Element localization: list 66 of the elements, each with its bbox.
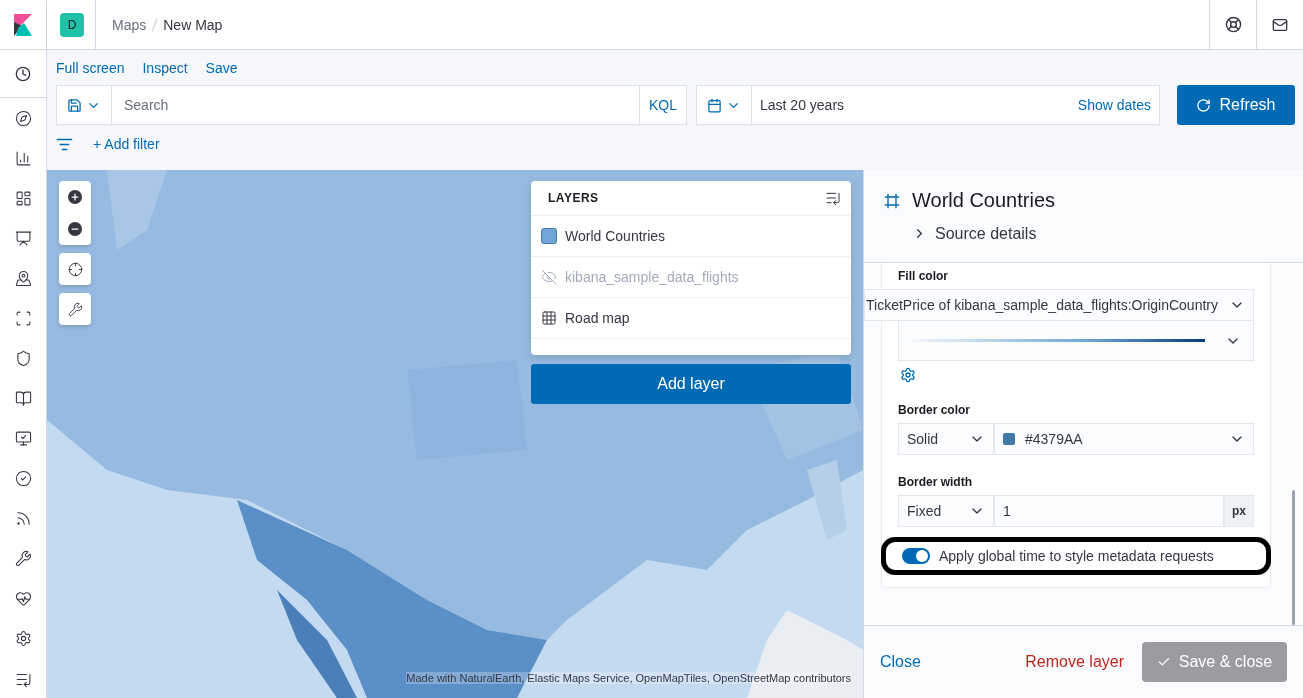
plus-icon: [68, 190, 82, 204]
toggle-label: Apply global time to style metadata requests: [939, 548, 1214, 564]
breadcrumb: New Map: [163, 16, 223, 33]
book-icon[interactable]: [14, 389, 32, 407]
collapse-icon[interactable]: [825, 190, 841, 206]
mode-select[interactable]: Fixed: [898, 495, 994, 527]
menu-link[interactable]: Inspect: [142, 60, 188, 78]
eye-off-icon: [541, 269, 557, 285]
layer-item[interactable]: World Countries: [531, 216, 851, 257]
wrench-icon[interactable]: [14, 549, 32, 567]
unit-label: px: [1224, 495, 1254, 527]
bar-chart-icon[interactable]: [14, 149, 32, 167]
add-layer-button[interactable]: Add layer: [531, 364, 851, 404]
refresh-icon: [1196, 97, 1212, 113]
breadcrumb[interactable]: Maps: [112, 16, 147, 33]
time-range[interactable]: Last 20 years: [752, 86, 1070, 124]
heart-pulse-icon[interactable]: [14, 589, 32, 607]
remove-layer-link[interactable]: Remove layer: [1025, 653, 1124, 671]
minus-icon: [68, 222, 82, 236]
clock-icon[interactable]: [15, 65, 31, 82]
wrench-icon: [67, 301, 83, 317]
color-select[interactable]: #4379AA: [994, 423, 1254, 455]
calendar-icon: [707, 97, 722, 113]
shield-icon[interactable]: [14, 349, 32, 367]
field-label: Border color: [898, 403, 971, 417]
color-ramp-select[interactable]: [898, 321, 1254, 361]
space-avatar[interactable]: D: [60, 12, 84, 37]
presentation-icon[interactable]: [14, 229, 32, 247]
dashboard-icon[interactable]: [14, 189, 32, 207]
check-circle-icon[interactable]: [14, 469, 32, 487]
layer-swatch: [541, 228, 557, 244]
frame-icon: [884, 192, 900, 209]
add-filter-link[interactable]: + Add filter: [93, 136, 160, 152]
logo-icon[interactable]: [14, 13, 32, 36]
layer-title: World Countries: [912, 189, 1056, 212]
menu-link[interactable]: Full screen: [56, 60, 125, 78]
panel-title: LAYERS: [548, 191, 599, 205]
mail-icon[interactable]: [1272, 16, 1288, 33]
search-field[interactable]: Search: [112, 85, 639, 125]
query-language-button[interactable]: KQL: [639, 85, 687, 125]
mode-select[interactable]: Solid: [898, 423, 994, 455]
menu-link[interactable]: Save: [205, 60, 238, 78]
fill-field-select[interactable]: TicketPrice of kibana_sample_data_flights:OriginCountry: [864, 289, 1254, 321]
layer-item[interactable]: Road map: [531, 298, 851, 339]
settings-icon[interactable]: [900, 367, 916, 383]
crosshair-icon: [67, 261, 83, 277]
field-label: Fill color: [898, 269, 949, 283]
field-label: Border width: [898, 475, 973, 489]
monitor-icon[interactable]: [14, 429, 32, 447]
signal-icon[interactable]: [14, 509, 32, 527]
refresh-button[interactable]: Refresh: [1177, 85, 1295, 125]
save-icon: [67, 97, 82, 113]
scan-icon[interactable]: [14, 309, 32, 327]
compass-icon[interactable]: [14, 109, 32, 127]
close-link[interactable]: Close: [880, 653, 921, 671]
source-details-toggle[interactable]: Source details: [864, 212, 1303, 248]
settings-icon[interactable]: [14, 629, 32, 647]
grid-icon: [541, 310, 557, 326]
saved-query-button[interactable]: [56, 85, 112, 125]
toggle-switch[interactable]: [902, 548, 930, 564]
map-attribution: Made with NaturalEarth, Elastic Maps Service, OpenMapTiles, OpenStreetMap contributors: [406, 672, 851, 684]
show-dates-link[interactable]: Show dates: [1069, 86, 1159, 124]
map-pin-icon[interactable]: [14, 269, 32, 287]
width-field[interactable]: 1: [994, 495, 1224, 527]
check-icon: [1156, 655, 1171, 669]
help-icon[interactable]: [1224, 16, 1242, 33]
